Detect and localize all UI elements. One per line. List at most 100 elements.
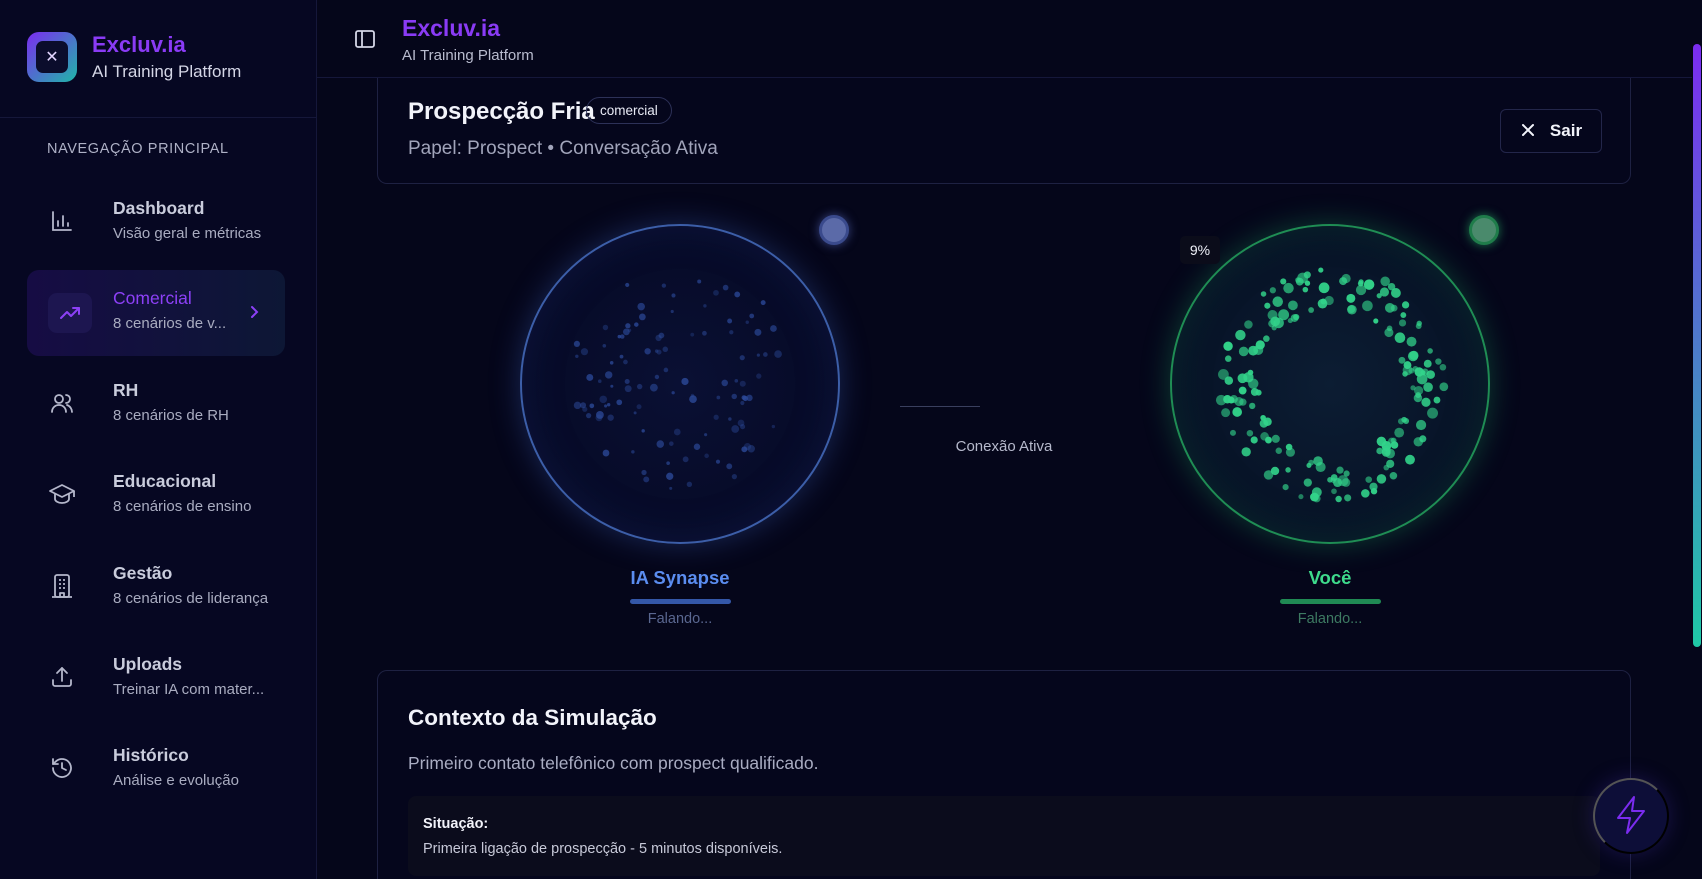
user-particle <box>1283 282 1294 294</box>
ai-particle <box>741 395 747 400</box>
ai-particle <box>734 379 739 383</box>
ai-particle <box>671 391 675 395</box>
ai-particle <box>604 404 608 408</box>
user-particle <box>1244 320 1253 329</box>
user-particle <box>1390 288 1401 298</box>
user-particle <box>1255 340 1265 350</box>
ai-particle <box>633 411 637 415</box>
scenario-title: Prospecção Fria <box>408 98 595 125</box>
ai-particle <box>722 284 729 291</box>
chevron-right-icon <box>247 303 261 326</box>
exit-button[interactable]: Sair <box>1500 109 1602 153</box>
ai-particle <box>607 414 614 421</box>
ai-particle <box>582 406 588 412</box>
user-particle <box>1346 293 1356 303</box>
trending-up-icon <box>48 293 92 333</box>
user-particle <box>1421 368 1429 376</box>
ai-particle <box>731 393 737 400</box>
upload-icon <box>47 662 77 692</box>
ai-particle <box>715 459 721 464</box>
ai-particle <box>638 313 646 321</box>
ai-particle <box>670 309 674 314</box>
ai-name: IA Synapse <box>630 567 730 588</box>
sidebar-item-educacional[interactable]: Educacional 8 cenários de ensino <box>27 453 285 539</box>
sidebar-item-desc: 8 cenários de liderança <box>113 590 269 607</box>
ai-particle <box>606 403 611 407</box>
user-particle <box>1423 382 1433 393</box>
ai-particle <box>602 343 607 348</box>
user-particle <box>1331 488 1337 495</box>
sidebar-item-gestao[interactable]: Gestão 8 cenários de liderança <box>27 545 285 631</box>
ai-particle <box>673 428 681 436</box>
user-particle <box>1384 302 1395 313</box>
user-particle <box>1361 489 1370 498</box>
user-particle <box>1401 301 1410 309</box>
ai-particle <box>609 361 614 365</box>
user-particle <box>1270 316 1280 327</box>
sidebar-item-rh[interactable]: RH 8 cenários de RH <box>27 362 285 448</box>
ai-particle <box>686 481 693 488</box>
user-particle <box>1238 346 1249 357</box>
user-particle <box>1308 307 1315 313</box>
user-particle <box>1318 282 1330 294</box>
ai-particle <box>605 371 613 379</box>
ai-particle <box>661 283 667 288</box>
exit-label: Sair <box>1549 121 1583 140</box>
ai-particle <box>627 328 632 333</box>
nav-section-title: NAVEGAÇÃO PRINCIPAL <box>47 141 229 157</box>
sidebar-toggle-icon[interactable] <box>354 28 376 50</box>
user-particle <box>1344 494 1352 502</box>
ai-particle <box>644 348 651 355</box>
ai-particle <box>597 379 602 383</box>
user-particle <box>1223 341 1233 351</box>
ai-particle <box>726 463 733 470</box>
user-particle <box>1303 478 1312 487</box>
ai-particle <box>749 313 755 319</box>
sidebar-item-comercial[interactable]: Comercial 8 cenários de v... <box>27 270 285 356</box>
user-particle <box>1275 447 1282 454</box>
sidebar-item-dashboard[interactable]: Dashboard Visão geral e métricas <box>27 180 285 266</box>
user-audio-level-bar <box>1280 599 1381 604</box>
sidebar-item-uploads[interactable]: Uploads Treinar IA com mater... <box>27 636 285 722</box>
ai-particle <box>641 429 645 433</box>
user-particle <box>1295 277 1301 283</box>
user-particle <box>1280 278 1287 285</box>
ai-particle <box>760 300 766 306</box>
ai-particle <box>731 425 740 433</box>
sidebar-item-desc: 8 cenários de v... <box>113 315 227 332</box>
user-particle <box>1339 277 1348 286</box>
user-particle <box>1302 286 1309 293</box>
user-particle <box>1439 363 1447 371</box>
scrollbar-thumb[interactable] <box>1693 44 1701 647</box>
sidebar-item-label: Histórico <box>113 745 189 765</box>
user-particle <box>1389 471 1398 480</box>
ai-particle <box>666 461 670 465</box>
user-particle <box>1336 466 1344 474</box>
user-particle <box>1439 382 1449 392</box>
user-particle <box>1306 462 1312 468</box>
ai-particle <box>624 385 632 393</box>
scenario-card: Prospecção Fria comercial Papel: Prospec… <box>377 78 1631 184</box>
divider <box>0 117 317 118</box>
ai-particle <box>634 322 639 327</box>
sidebar-item-historico[interactable]: Histórico Análise e evolução <box>27 727 285 813</box>
user-particle <box>1238 386 1247 395</box>
ai-particle <box>580 348 589 356</box>
user-particle <box>1224 355 1232 362</box>
user-particle <box>1419 435 1427 443</box>
top-header: Excluv.ia AI Training Platform <box>317 0 1694 78</box>
quick-action-button[interactable] <box>1593 778 1669 854</box>
user-particle <box>1285 467 1291 473</box>
user-particle <box>1318 267 1324 273</box>
user-particle <box>1223 395 1232 404</box>
voice-level-badge: 9% <box>1180 236 1220 264</box>
ai-particle <box>741 446 748 453</box>
bar-chart-icon <box>47 206 77 236</box>
sidebar-item-label: RH <box>113 380 139 400</box>
brand[interactable]: ✕ Excluv.ia AI Training Platform <box>27 32 241 82</box>
ai-particle <box>704 453 709 459</box>
user-particle <box>1423 359 1432 368</box>
user-particle <box>1282 484 1289 491</box>
user-particle <box>1298 494 1304 500</box>
ai-particle <box>589 403 595 409</box>
